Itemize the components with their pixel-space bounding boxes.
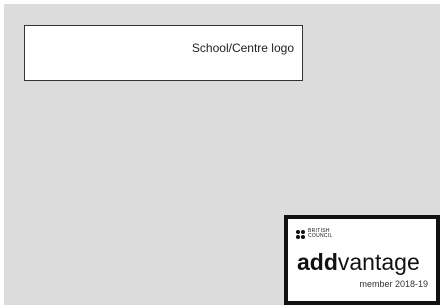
membership-year: member 2018-19 <box>359 279 428 289</box>
school-logo-placeholder: School/Centre logo <box>24 25 303 81</box>
addvantage-wordmark: addvantage <box>297 250 420 274</box>
british-council-logo: BRITISH COUNCIL <box>296 229 333 239</box>
addvantage-member-badge: BRITISH COUNCIL addvantage member 2018-1… <box>284 215 440 305</box>
page-canvas: School/Centre logo BRITISH COUNCIL addva… <box>4 4 440 305</box>
school-logo-label: School/Centre logo <box>191 41 294 55</box>
british-council-line2: COUNCIL <box>308 233 333 239</box>
british-council-wordmark: BRITISH COUNCIL <box>308 229 333 239</box>
brand-bold-part: add <box>297 249 338 275</box>
brand-light-part: vantage <box>337 249 420 275</box>
british-council-dots-icon <box>296 229 305 239</box>
